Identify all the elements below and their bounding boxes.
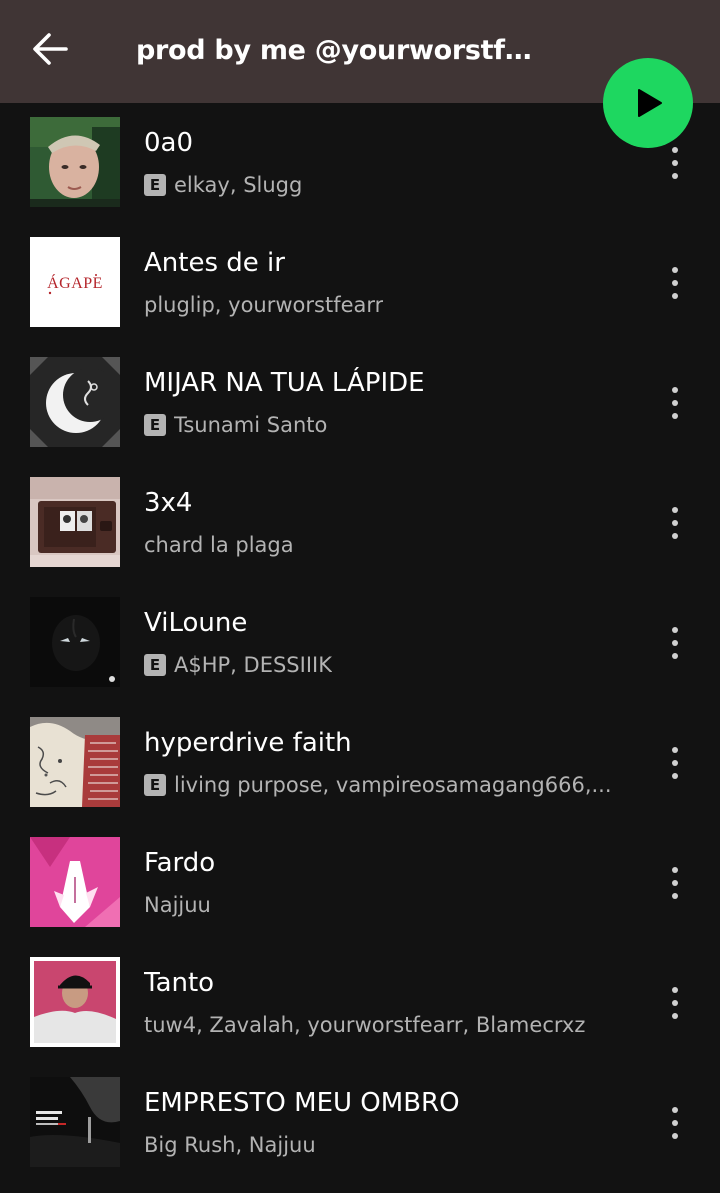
more-vertical-icon <box>672 987 678 993</box>
track-row[interactable]: MIJAR NA TUA LÁPIDE E Tsunami Santo <box>0 343 720 463</box>
album-cover <box>30 597 120 687</box>
track-title: 0a0 <box>144 128 194 158</box>
more-vertical-icon <box>672 147 678 153</box>
album-cover <box>30 717 120 807</box>
explicit-icon: E <box>144 174 166 196</box>
play-icon <box>638 89 662 117</box>
more-options-button[interactable] <box>655 730 695 796</box>
track-artists: A$HP, DESSIIIK <box>174 653 332 677</box>
album-cover <box>30 357 120 447</box>
explicit-icon: E <box>144 774 166 796</box>
track-artists: elkay, Slugg <box>174 173 303 197</box>
track-artists: living purpose, vampireosamagang666,... <box>174 773 612 797</box>
track-title: MIJAR NA TUA LÁPIDE <box>144 368 425 398</box>
track-subline: E elkay, Slugg <box>144 169 634 201</box>
more-options-button[interactable] <box>655 850 695 916</box>
play-button[interactable] <box>603 58 693 148</box>
more-vertical-icon <box>672 867 678 873</box>
track-subline: E Tsunami Santo <box>144 409 634 441</box>
more-options-button[interactable] <box>655 490 695 556</box>
track-row[interactable]: EMPRESTO MEU OMBRO Big Rush, Najjuu <box>0 1063 720 1183</box>
track-subline: Najjuu <box>144 889 634 921</box>
more-vertical-icon <box>672 267 678 273</box>
arrow-left-icon <box>33 33 68 65</box>
more-vertical-icon <box>672 747 678 753</box>
track-subline: Big Rush, Najjuu <box>144 1129 634 1161</box>
cover-text: ÁGAPE <box>47 273 103 292</box>
more-options-button[interactable] <box>655 370 695 436</box>
album-cover <box>30 957 120 1047</box>
track-subline: E A$HP, DESSIIIK <box>144 649 634 681</box>
track-row[interactable]: hyperdrive faith E living purpose, vampi… <box>0 703 720 823</box>
more-vertical-icon <box>672 1107 678 1113</box>
back-button[interactable] <box>28 27 72 71</box>
album-cover <box>30 117 120 207</box>
album-cover: ÁGAPE <box>30 237 120 327</box>
more-vertical-icon <box>672 387 678 393</box>
more-options-button[interactable] <box>655 1090 695 1156</box>
album-cover <box>30 1077 120 1167</box>
more-vertical-icon <box>672 507 678 513</box>
track-row[interactable]: Tanto tuw4, Zavalah, yourworstfearr, Bla… <box>0 943 720 1063</box>
track-artists: Big Rush, Najjuu <box>144 1133 316 1157</box>
track-list: 0a0 E elkay, Slugg ÁGAPE Antes de ir plu… <box>0 103 720 1183</box>
track-title: Tanto <box>144 968 215 998</box>
track-title: hyperdrive faith <box>144 728 352 758</box>
track-title: Antes de ir <box>144 248 285 278</box>
explicit-icon: E <box>144 414 166 436</box>
more-options-button[interactable] <box>655 250 695 316</box>
more-options-button[interactable] <box>655 970 695 1036</box>
track-artists: pluglip, yourworstfearr <box>144 293 384 317</box>
track-subline: tuw4, Zavalah, yourworstfearr, Blamecrxz <box>144 1009 634 1041</box>
track-row[interactable]: 3x4 chard la plaga <box>0 463 720 583</box>
track-artists: tuw4, Zavalah, yourworstfearr, Blamecrxz <box>144 1013 586 1037</box>
track-row[interactable]: ÁGAPE Antes de ir pluglip, yourworstfear… <box>0 223 720 343</box>
track-row[interactable]: Fardo Najjuu <box>0 823 720 943</box>
track-title: Fardo <box>144 848 216 878</box>
page-title: prod by me @yourworstfe... <box>136 35 536 66</box>
track-artists: chard la plaga <box>144 533 294 557</box>
track-title: ViLoune <box>144 608 248 638</box>
album-cover <box>30 837 120 927</box>
track-row[interactable]: ViLoune E A$HP, DESSIIIK <box>0 583 720 703</box>
track-artists: Tsunami Santo <box>174 413 328 437</box>
track-artists: Najjuu <box>144 893 211 917</box>
track-title: EMPRESTO MEU OMBRO <box>144 1088 460 1118</box>
track-subline: chard la plaga <box>144 529 634 561</box>
explicit-icon: E <box>144 654 166 676</box>
more-vertical-icon <box>672 627 678 633</box>
album-cover <box>30 477 120 567</box>
more-options-button[interactable] <box>655 610 695 676</box>
track-subline: E living purpose, vampireosamagang666,..… <box>144 769 634 801</box>
track-subline: pluglip, yourworstfearr <box>144 289 634 321</box>
track-title: 3x4 <box>144 488 193 518</box>
